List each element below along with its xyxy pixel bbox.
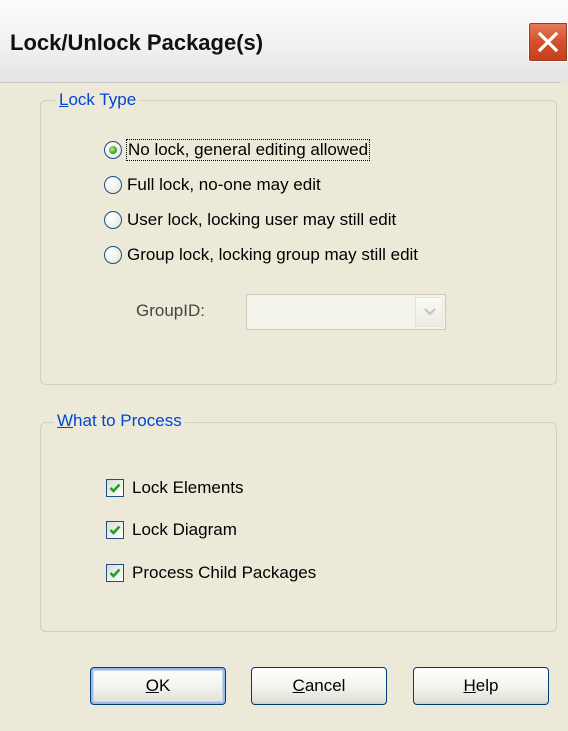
radio-user-lock-label: User lock, locking user may still edit [127,210,397,229]
radio-user-lock[interactable]: User lock, locking user may still edit [104,207,396,233]
lock-type-legend: Lock Type [56,90,140,110]
close-button[interactable] [528,22,568,62]
window-frame-edge [560,82,568,731]
checkbox-checked[interactable] [106,521,124,539]
radio-group-lock-label: Group lock, locking group may still edit [127,245,419,264]
check-lock-elements-label: Lock Elements [132,478,244,497]
lock-unlock-dialog: Lock/Unlock Package(s) Lock Type No lock… [0,0,568,731]
radio-button-selected[interactable] [104,141,122,159]
checkmark-icon [109,525,121,535]
help-button[interactable]: Help [413,667,549,705]
radio-button[interactable] [104,176,122,194]
groupid-combo [246,294,446,330]
groupid-dropdown-button [415,297,443,327]
what-to-process-legend: What to Process [54,411,185,431]
radio-full-lock-label: Full lock, no-one may edit [127,175,321,194]
groupid-label: GroupID: [136,301,205,320]
checkmark-icon [109,568,121,578]
check-lock-diagram[interactable]: Lock Diagram [106,517,237,543]
cancel-button[interactable]: Cancel [251,667,387,705]
check-lock-elements[interactable]: Lock Elements [106,475,244,501]
radio-full-lock[interactable]: Full lock, no-one may edit [104,172,321,198]
check-process-child-packages-label: Process Child Packages [132,563,317,582]
checkbox-checked[interactable] [106,479,124,497]
radio-no-lock[interactable]: No lock, general editing allowed [104,137,371,163]
check-lock-diagram-label: Lock Diagram [132,520,237,539]
checkbox-checked[interactable] [106,564,124,582]
dialog-title: Lock/Unlock Package(s) [10,30,264,55]
ok-button[interactable]: OK [90,667,226,705]
radio-button[interactable] [104,211,122,229]
radio-button[interactable] [104,246,122,264]
title-bar[interactable]: Lock/Unlock Package(s) [0,0,568,83]
checkmark-icon [109,483,121,493]
radio-group-lock[interactable]: Group lock, locking group may still edit [104,242,418,268]
radio-no-lock-label: No lock, general editing allowed [125,139,371,161]
check-process-child-packages[interactable]: Process Child Packages [106,560,316,586]
